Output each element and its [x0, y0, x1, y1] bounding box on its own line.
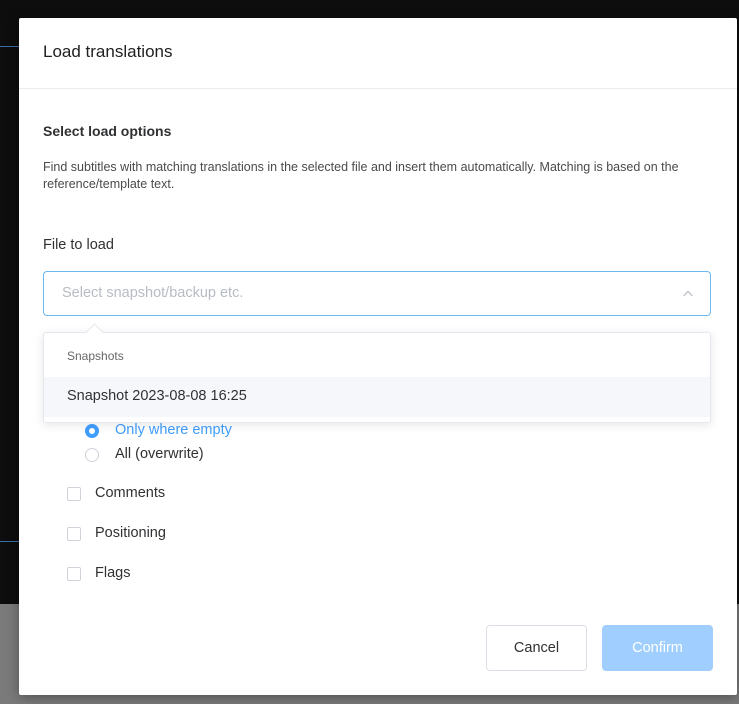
radio-checked-indicator[interactable] [85, 424, 99, 438]
dropdown-arrow [85, 323, 104, 342]
section-title: Select load options [43, 123, 172, 139]
radio-indicator[interactable] [85, 448, 99, 462]
file-select[interactable]: Select snapshot/backup etc. [43, 271, 711, 316]
cancel-button[interactable]: Cancel [486, 625, 587, 671]
background-divider [0, 541, 20, 542]
dropdown-option-label: Snapshot 2023-08-08 16:25 [67, 388, 247, 404]
checkbox-box[interactable] [67, 567, 81, 581]
load-translations-dialog: Load translations Select load options Fi… [19, 18, 737, 695]
file-select-placeholder: Select snapshot/backup etc. [62, 285, 244, 301]
chevron-up-icon[interactable] [682, 288, 694, 300]
file-select-dropdown: Snapshots Snapshot 2023-08-08 16:25 [43, 323, 711, 423]
dropdown-group-label: Snapshots [67, 349, 124, 363]
checkbox-box[interactable] [67, 527, 81, 541]
dialog-title: Load translations [43, 42, 173, 61]
checkbox-label: Comments [95, 485, 166, 501]
file-to-load-label: File to load [43, 237, 114, 253]
confirm-button[interactable]: Confirm [602, 625, 713, 671]
dialog-header: Load translations [19, 18, 737, 89]
dialog-description: Find subtitles with matching translation… [43, 160, 679, 191]
dropdown-option-snapshot[interactable]: Snapshot 2023-08-08 16:25 [44, 377, 710, 417]
checkbox-box[interactable] [67, 487, 81, 501]
checkbox-label: Positioning [95, 525, 166, 541]
radio-label: Only where empty [115, 422, 232, 438]
checkbox-label: Flags [95, 565, 131, 581]
radio-label: All (overwrite) [115, 446, 204, 462]
background-divider [0, 46, 20, 47]
